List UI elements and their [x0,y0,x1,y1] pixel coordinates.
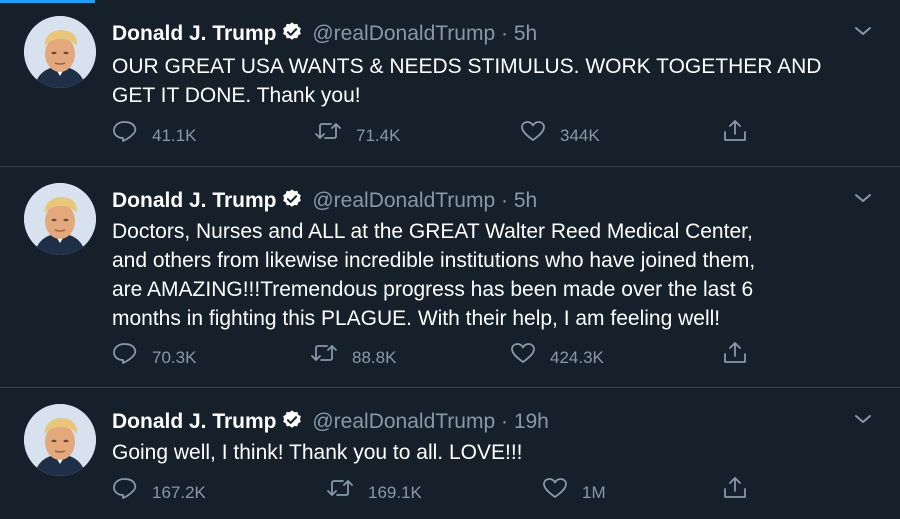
tweet-header: Donald J. Trump @realDonaldTrump · 19h [112,408,549,439]
author-name[interactable]: Donald J. Trump [112,410,277,433]
separator-dot: · [500,410,508,433]
retweet-icon [310,342,352,374]
tweet-text: Going well, I think! Thank you to all. L… [112,438,882,467]
author-handle[interactable]: @realDonaldTrump [312,22,495,45]
tweet-text-line: OUR GREAT USA WANTS & NEEDS STIMULUS. WO… [112,55,822,78]
like-icon [542,476,582,510]
tweet-actions: 167.2K 169.1K 1M [112,475,762,511]
tweet-actions: 70.3K 88.8K 424.3K [112,340,762,376]
like-button[interactable]: 424.3K [510,343,604,373]
like-icon [520,119,560,153]
tweet-text-line: are AMAZING!!!Tremendous progress has be… [112,278,754,301]
tweet-text: Doctors, Nurses and ALL at the GREAT Wal… [112,217,882,333]
share-icon [722,340,762,376]
tweet-time[interactable]: 5h [514,189,537,212]
separator-dot: · [500,22,508,45]
tweet-text: OUR GREAT USA WANTS & NEEDS STIMULUS. WO… [112,52,882,110]
separator-dot: · [500,189,508,212]
like-button[interactable]: 1M [542,478,606,508]
reply-button[interactable]: 167.2K [112,478,206,508]
tweet-text-line: and others from likewise incredible inst… [112,249,756,272]
tweet-text-line: Doctors, Nurses and ALL at the GREAT Wal… [112,220,753,243]
verified-badge-icon [281,21,303,51]
tweet[interactable]: Donald J. Trump @realDonaldTrump · 5h Do… [0,167,900,388]
tweet-text-line: GET IT DONE. Thank you! [112,84,361,107]
share-icon [722,475,762,511]
like-icon [510,341,550,375]
retweet-button[interactable]: 169.1K [326,478,422,508]
reply-button[interactable]: 41.1K [112,121,196,151]
reply-count: 167.2K [152,483,206,502]
retweet-icon [314,120,356,152]
like-count: 344K [560,126,600,145]
reply-count: 41.1K [152,126,197,145]
tweet-text-line: Going well, I think! Thank you to all. L… [112,441,523,464]
verified-badge-icon [281,409,303,439]
tweet-text-line: months in fighting this PLAGUE. With the… [112,307,721,330]
author-name[interactable]: Donald J. Trump [112,189,277,212]
author-name[interactable]: Donald J. Trump [112,22,277,45]
author-handle[interactable]: @realDonaldTrump [312,410,495,433]
timeline: Donald J. Trump @realDonaldTrump · 5h OU… [0,0,900,519]
reply-button[interactable]: 70.3K [112,343,196,373]
tweet[interactable]: Donald J. Trump @realDonaldTrump · 5h OU… [0,0,900,167]
avatar[interactable] [24,404,96,476]
share-button[interactable] [722,475,762,511]
tweet-header: Donald J. Trump @realDonaldTrump · 5h [112,20,537,51]
verified-badge-icon [281,188,303,218]
chevron-down-icon[interactable] [854,191,872,209]
tweet-actions: 41.1K 71.4K 344K [112,118,762,154]
like-count: 1M [582,483,606,502]
share-button[interactable] [722,340,762,376]
reply-icon [112,341,152,375]
share-icon [722,118,762,154]
retweet-count: 88.8K [352,348,397,367]
retweet-icon [326,477,368,509]
reply-count: 70.3K [152,348,197,367]
tweet-time[interactable]: 19h [514,410,549,433]
retweet-count: 169.1K [368,483,422,502]
retweet-button[interactable]: 71.4K [314,121,400,151]
tweet-time[interactable]: 5h [514,22,537,45]
tweet-header: Donald J. Trump @realDonaldTrump · 5h [112,187,537,218]
tweet[interactable]: Donald J. Trump @realDonaldTrump · 19h G… [0,388,900,519]
chevron-down-icon[interactable] [854,412,872,430]
avatar[interactable] [24,16,96,88]
chevron-down-icon[interactable] [854,24,872,42]
avatar[interactable] [24,183,96,255]
like-count: 424.3K [550,348,604,367]
reply-icon [112,476,152,510]
like-button[interactable]: 344K [520,121,600,151]
reply-icon [112,119,152,153]
retweet-count: 71.4K [356,126,401,145]
retweet-button[interactable]: 88.8K [310,343,396,373]
share-button[interactable] [722,118,762,154]
author-handle[interactable]: @realDonaldTrump [312,189,495,212]
